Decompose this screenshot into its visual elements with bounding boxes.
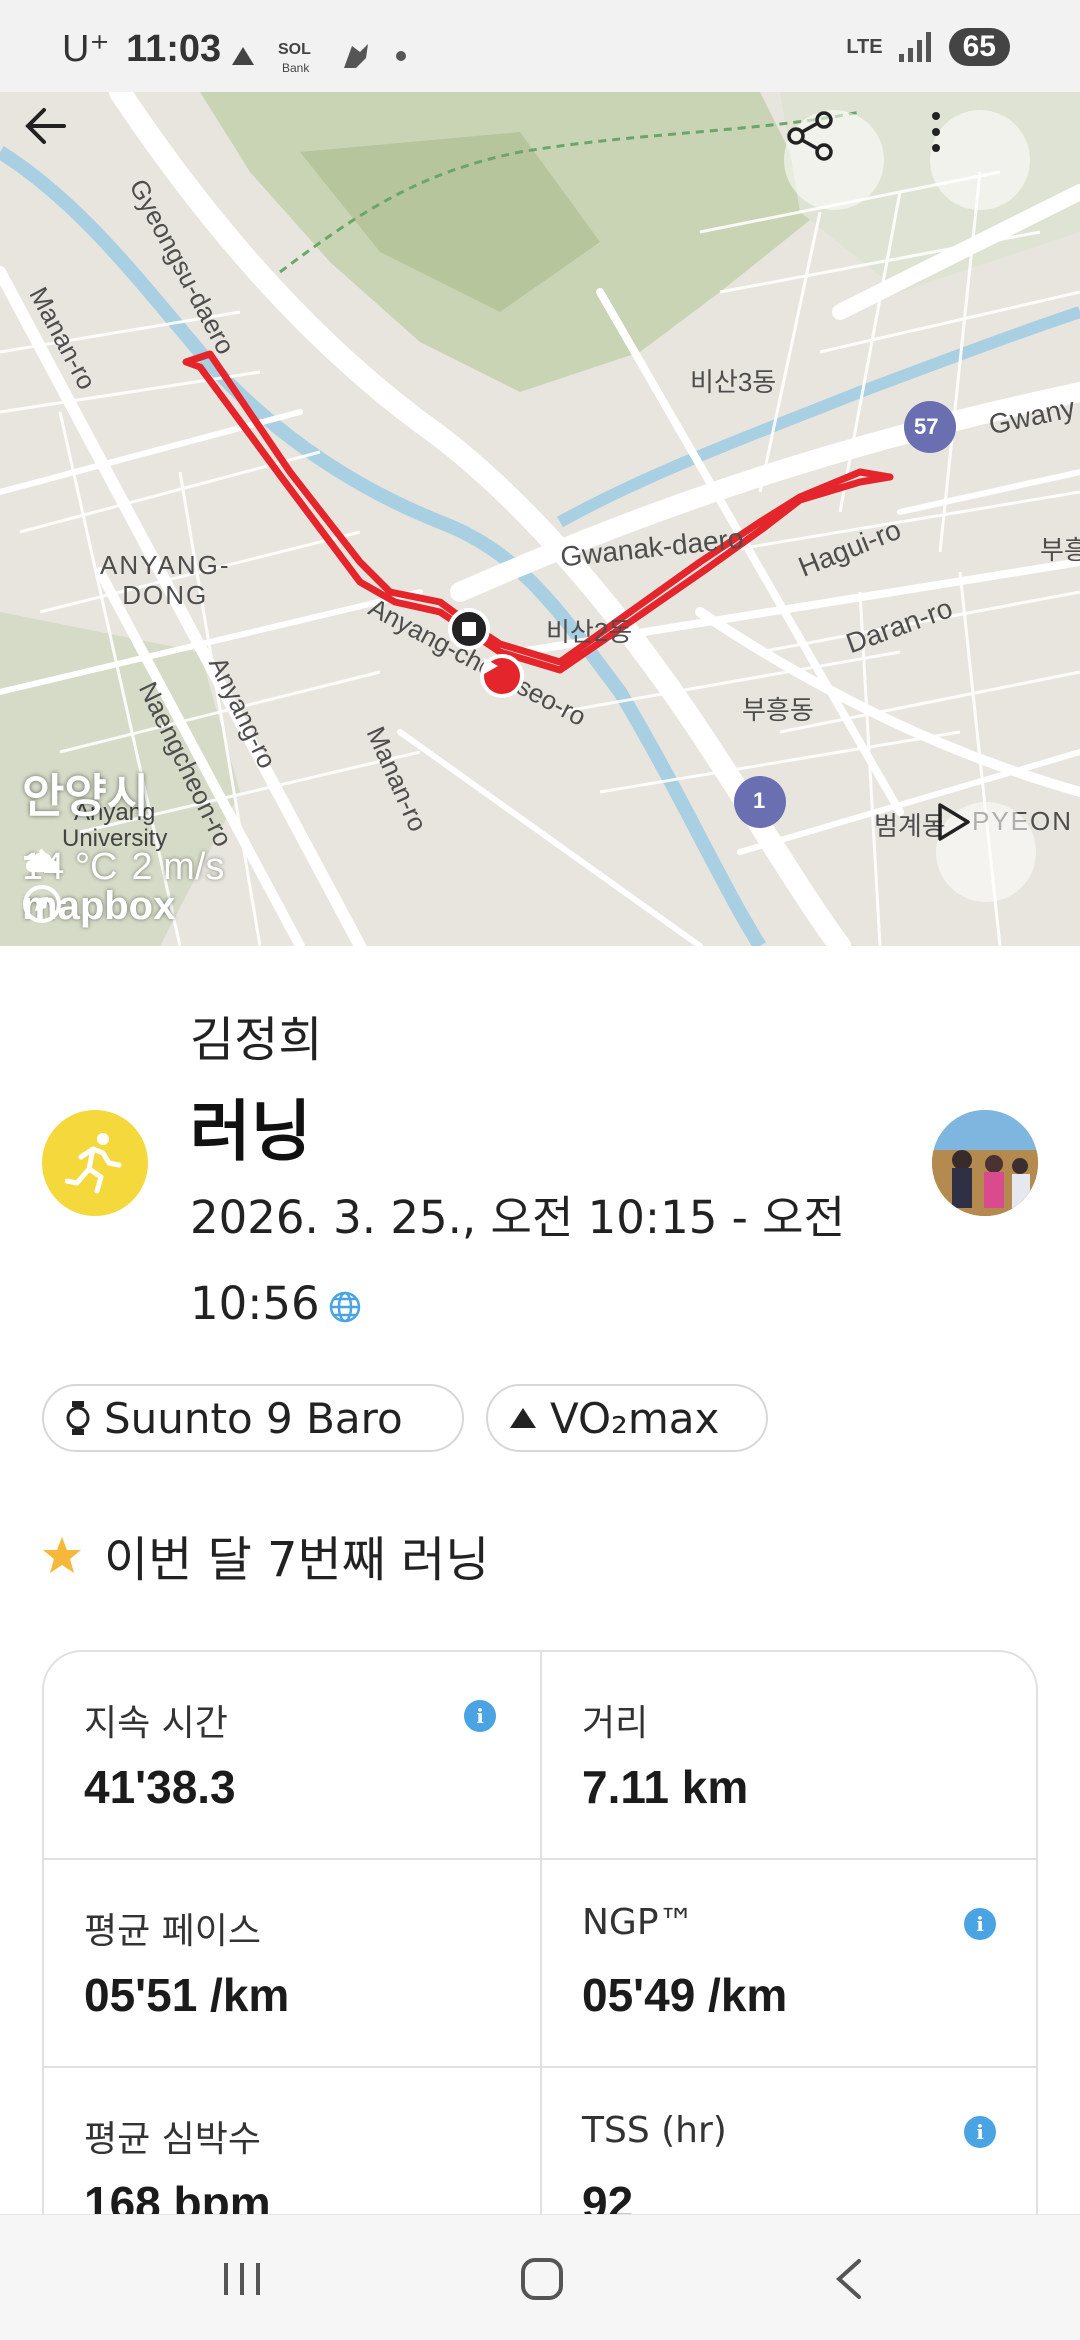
user-name[interactable]: 김정희 [190, 1000, 322, 1070]
clock: 11:03 [126, 28, 222, 70]
upload-arrow-icon [232, 47, 254, 65]
route-shield-1: 1 [753, 788, 766, 813]
weather-overlay: 14 °C 2 m/s [22, 846, 224, 889]
running-shoe-icon [344, 44, 368, 68]
achievement-row: 이번 달 7번째 러닝 [42, 1520, 489, 1590]
play-outline-icon [938, 803, 970, 841]
stat-label: 거리 [582, 1703, 649, 1744]
status-bar-right: LTE 65 [846, 28, 1010, 66]
more-vertical-icon [932, 112, 940, 152]
triangle-up-icon [510, 1408, 536, 1428]
stat-label: 평균 심박수 [84, 2119, 262, 2160]
svg-text:Bank: Bank [282, 61, 310, 75]
info-icon[interactable]: i [964, 2116, 996, 2148]
globe-icon[interactable] [328, 1290, 362, 1324]
system-back-button[interactable] [818, 2249, 878, 2309]
network-label: LTE [846, 36, 883, 58]
stat-distance: 거리 7.11 km [542, 1652, 1036, 1860]
datetime-text: 2026. 3. 25., 오전 10:15 - 오전 10:56 [190, 1191, 845, 1330]
battery-indicator: 65 [948, 28, 1010, 66]
anyang-dong-line-1: ANYANG- [100, 550, 231, 580]
route-start-marker[interactable] [480, 654, 524, 698]
map-label-bu: 부흥 [1040, 535, 1080, 565]
route-stop-marker[interactable] [448, 608, 490, 650]
stat-value: 05'51 /km [84, 1969, 290, 2021]
map-label-buheung: 부흥동 [742, 695, 814, 725]
stat-label: TSS (hr) [582, 2110, 727, 2151]
map-label-anyang-dong: ANYANG- DONG [100, 550, 231, 610]
user-avatar[interactable] [932, 1110, 1038, 1216]
stat-value: 05'49 /km [582, 1969, 788, 2021]
back-button[interactable] [22, 106, 122, 206]
wind-arrow-icon [24, 848, 51, 868]
carrier-label: U⁺ [62, 28, 110, 70]
chevron-left-icon [836, 2259, 861, 2299]
route-map[interactable]: Gyeongsu-daero Manan-ro ANYANG- DONG Any… [0, 92, 1080, 946]
status-bar: U⁺ 11:03 SOL Bank LTE 65 [0, 0, 1080, 92]
home-button[interactable] [512, 2249, 572, 2309]
arrow-left-icon [25, 108, 66, 144]
wind-label: 2 m/s [131, 846, 225, 888]
svg-text:SOL: SOL [278, 41, 311, 58]
vo2max-chip-label: VO₂max [550, 1393, 720, 1443]
status-bar-left: U⁺ 11:03 [62, 26, 221, 71]
watch-icon [66, 1401, 90, 1435]
dot-icon [396, 51, 406, 61]
route-shield-57: 57 [914, 414, 939, 439]
map-city-label: 안양시 [22, 769, 149, 823]
avatar-photo [932, 1110, 1038, 1216]
stop-square-icon [462, 622, 476, 636]
sol-bank-icon: SOL Bank [278, 41, 311, 75]
play-triangle-icon [484, 658, 498, 674]
info-icon[interactable]: i [964, 1908, 996, 1940]
stat-avg-pace: 평균 페이스 05'51 /km [44, 1860, 542, 2068]
activity-datetime: 2026. 3. 25., 오전 10:15 - 오전 10:56 [190, 1175, 890, 1347]
share-icon [787, 111, 833, 161]
stat-value: 7.11 km [582, 1761, 749, 1813]
recent-apps-icon [224, 2263, 260, 2295]
map-label-bisan3: 비산3동 [690, 367, 777, 397]
share-button[interactable] [784, 110, 884, 210]
stat-ngp: NGP™ i 05'49 /km [542, 1860, 1036, 2068]
stat-label: NGP™ [582, 1902, 695, 1943]
recent-apps-button[interactable] [212, 2249, 272, 2309]
device-chip[interactable]: Suunto 9 Baro [42, 1384, 464, 1452]
vo2max-chip[interactable]: VO₂max [486, 1384, 768, 1452]
activity-title: 러닝 [190, 1093, 312, 1170]
more-options-button[interactable] [930, 110, 1030, 210]
stat-label: 지속 시간 [84, 1703, 228, 1744]
stat-label: 평균 페이스 [84, 1911, 262, 1952]
running-sport-badge [42, 1110, 148, 1216]
runner-icon [65, 1133, 122, 1194]
stat-duration: 지속 시간 i 41'38.3 [44, 1652, 542, 1860]
play-route-button[interactable] [936, 802, 1036, 902]
signal-icon [898, 32, 931, 62]
anyang-dong-line-2: DONG [122, 580, 209, 610]
mapbox-logo-icon [23, 885, 61, 923]
mapbox-attribution[interactable]: mapbox [22, 884, 175, 929]
info-icon[interactable]: i [464, 1700, 496, 1732]
star-icon [43, 1537, 81, 1573]
achievement-text: 이번 달 7번째 러닝 [104, 1532, 490, 1588]
home-icon [521, 2258, 563, 2300]
notification-icons: SOL Bank [232, 34, 406, 78]
map-label-beomgye: 범계동 [874, 811, 946, 841]
device-chip-label: Suunto 9 Baro [104, 1393, 403, 1443]
stat-value: 41'38.3 [84, 1761, 236, 1813]
system-nav-bar [0, 2214, 1080, 2340]
map-label-bisan2: 비산2동 [546, 617, 633, 647]
